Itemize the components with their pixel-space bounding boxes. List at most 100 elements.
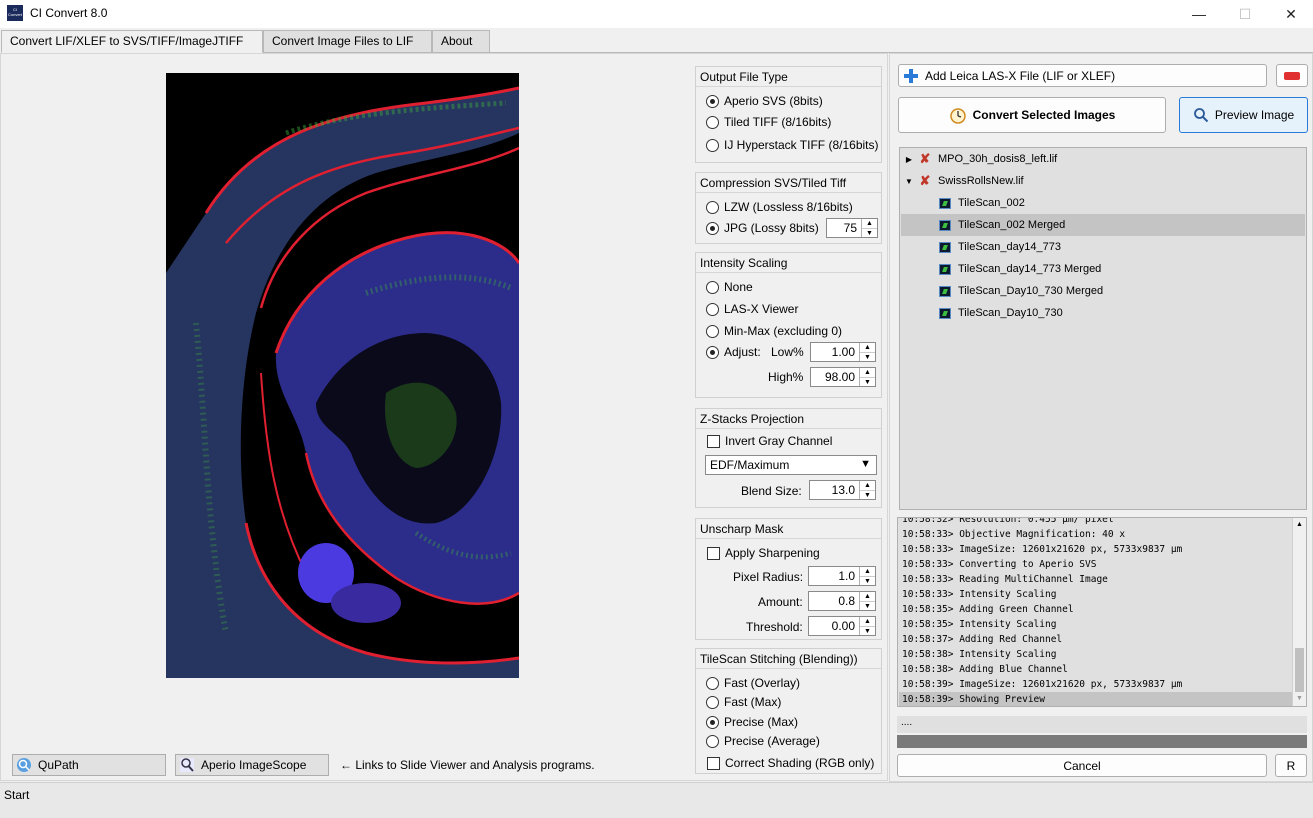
- stepper-value[interactable]: 98.00: [811, 368, 859, 386]
- projection-dropdown[interactable]: EDF/Maximum ▼: [705, 455, 877, 475]
- minimize-button[interactable]: —: [1176, 0, 1222, 28]
- tree-item-image[interactable]: TileScan_day14_773 Merged: [901, 258, 1305, 280]
- stepper-down-icon[interactable]: ▼: [860, 491, 875, 500]
- file-tree[interactable]: ▶ ✘ MPO_30h_dosis8_left.lif ▼ ✘ SwissRol…: [899, 147, 1307, 510]
- radio-aperio-svs[interactable]: Aperio SVS (8bits): [706, 94, 823, 108]
- radio-circle[interactable]: [706, 324, 719, 338]
- radio-label: Tiled TIFF (8/16bits): [724, 115, 832, 129]
- checkbox-box[interactable]: [707, 434, 720, 448]
- radio-circle[interactable]: [706, 695, 719, 709]
- close-button[interactable]: ✕: [1268, 0, 1313, 28]
- radio-lzw[interactable]: LZW (Lossless 8/16bits): [706, 200, 853, 214]
- stepper-value[interactable]: 1.0: [809, 567, 859, 585]
- radio-circle[interactable]: [706, 302, 719, 316]
- scroll-thumb[interactable]: [1295, 648, 1304, 692]
- radio-ij-hyperstack[interactable]: IJ Hyperstack TIFF (8/16bits): [706, 138, 878, 152]
- radio-precise-max[interactable]: Precise (Max): [706, 715, 798, 729]
- high-percent-stepper[interactable]: 98.00 ▲ ▼: [810, 367, 876, 387]
- radio-circle[interactable]: [706, 200, 719, 214]
- chevron-down-icon[interactable]: ▼: [860, 458, 871, 470]
- scroll-up-icon[interactable]: ▲: [1293, 518, 1306, 532]
- stitching-group: TileScan Stitching (Blending)) Fast (Ove…: [695, 648, 882, 774]
- jpg-quality-stepper[interactable]: 75 ▲ ▼: [826, 218, 878, 238]
- collapse-icon[interactable]: ▼: [901, 177, 917, 186]
- stepper-up-icon[interactable]: ▲: [860, 592, 875, 602]
- radio-circle[interactable]: [706, 94, 719, 108]
- radio-min-max[interactable]: Min-Max (excluding 0): [706, 324, 842, 338]
- low-percent-stepper[interactable]: 1.00 ▲ ▼: [810, 342, 876, 362]
- radio-precise-average[interactable]: Precise (Average): [706, 734, 820, 748]
- stepper-down-icon[interactable]: ▼: [860, 353, 875, 362]
- radio-circle[interactable]: [706, 676, 719, 690]
- pixel-radius-stepper[interactable]: 1.0 ▲ ▼: [808, 566, 876, 586]
- convert-button[interactable]: Convert Selected Images: [898, 97, 1166, 133]
- cancel-button[interactable]: Cancel: [897, 754, 1267, 777]
- remove-file-button[interactable]: [1276, 64, 1308, 87]
- qupath-button[interactable]: QuPath: [12, 754, 166, 776]
- stepper-down-icon[interactable]: ▼: [860, 627, 875, 636]
- maximize-button[interactable]: ☐: [1222, 0, 1268, 28]
- checkbox-box[interactable]: [707, 756, 720, 770]
- tab-convert-to-lif[interactable]: Convert Image Files to LIF: [263, 30, 432, 53]
- stepper-up-icon[interactable]: ▲: [860, 481, 875, 491]
- amount-stepper[interactable]: 0.8 ▲ ▼: [808, 591, 876, 611]
- stepper-up-icon[interactable]: ▲: [860, 617, 875, 627]
- radio-lasx-viewer[interactable]: LAS-X Viewer: [706, 302, 798, 316]
- stepper-up-icon[interactable]: ▲: [860, 567, 875, 577]
- tree-item-file[interactable]: ▶ ✘ MPO_30h_dosis8_left.lif: [901, 148, 1305, 170]
- checkbox-box[interactable]: [707, 546, 720, 560]
- tree-item-image[interactable]: TileScan_Day10_730 Merged: [901, 280, 1305, 302]
- radio-circle[interactable]: [706, 221, 719, 235]
- log-scrollbar[interactable]: ▲ ▼: [1292, 518, 1306, 706]
- stepper-up-icon[interactable]: ▲: [862, 219, 877, 229]
- radio-tiled-tiff[interactable]: Tiled TIFF (8/16bits): [706, 115, 831, 129]
- stepper-value[interactable]: 75: [827, 219, 861, 237]
- stepper-down-icon[interactable]: ▼: [860, 378, 875, 387]
- stepper-value[interactable]: 1.00: [811, 343, 859, 361]
- tree-item-image[interactable]: TileScan_002: [901, 192, 1305, 214]
- r-button[interactable]: R: [1275, 754, 1307, 777]
- stepper-value[interactable]: 13.0: [810, 481, 859, 499]
- tree-item-image[interactable]: TileScan_Day10_730: [901, 302, 1305, 324]
- tree-item-label: TileScan_day14_773: [958, 241, 1061, 253]
- scroll-down-icon[interactable]: ▼: [1293, 692, 1306, 706]
- imagescope-button[interactable]: Aperio ImageScope: [175, 754, 329, 776]
- stepper-value[interactable]: 0.8: [809, 592, 859, 610]
- radio-label: Fast (Max): [724, 695, 782, 709]
- stepper-down-icon[interactable]: ▼: [862, 229, 877, 238]
- stepper-down-icon[interactable]: ▼: [860, 577, 875, 586]
- radio-circle[interactable]: [706, 734, 719, 748]
- tab-about[interactable]: About: [432, 30, 490, 53]
- radio-circle[interactable]: [706, 115, 719, 129]
- stepper-up-icon[interactable]: ▲: [860, 368, 875, 378]
- convert-label: Convert Selected Images: [972, 108, 1116, 122]
- apply-sharpening-checkbox[interactable]: Apply Sharpening: [707, 546, 820, 560]
- radio-circle[interactable]: [706, 715, 719, 729]
- tab-convert-lif[interactable]: Convert LIF/XLEF to SVS/TIFF/ImageJTIFF: [1, 30, 263, 53]
- radio-jpg[interactable]: JPG (Lossy 8bits): [706, 221, 819, 235]
- log-area[interactable]: 10:58:32> Resolution: 0.455 µm/ pixel 10…: [897, 517, 1307, 707]
- radio-label: Aperio SVS (8bits): [724, 94, 823, 108]
- add-file-button[interactable]: Add Leica LAS-X File (LIF or XLEF): [898, 64, 1267, 87]
- tree-item-image[interactable]: TileScan_day14_773: [901, 236, 1305, 258]
- radio-circle[interactable]: [706, 280, 719, 294]
- tree-item-image[interactable]: TileScan_002 Merged: [901, 214, 1305, 236]
- invert-gray-checkbox[interactable]: Invert Gray Channel: [707, 434, 832, 448]
- image-icon: [939, 285, 951, 297]
- stepper-up-icon[interactable]: ▲: [860, 343, 875, 353]
- radio-circle[interactable]: [706, 345, 719, 359]
- radio-fast-max[interactable]: Fast (Max): [706, 695, 781, 709]
- stepper-value[interactable]: 0.00: [809, 617, 859, 635]
- blend-size-stepper[interactable]: 13.0 ▲ ▼: [809, 480, 876, 500]
- radio-none[interactable]: None: [706, 280, 753, 294]
- radio-fast-overlay[interactable]: Fast (Overlay): [706, 676, 800, 690]
- stepper-down-icon[interactable]: ▼: [860, 602, 875, 611]
- radio-circle[interactable]: [706, 138, 719, 152]
- radio-adjust[interactable]: Adjust:: [706, 345, 761, 359]
- tree-item-file[interactable]: ▼ ✘ SwissRollsNew.lif: [901, 170, 1305, 192]
- expand-icon[interactable]: ▶: [901, 155, 917, 164]
- progress-bar: [897, 735, 1307, 748]
- preview-button[interactable]: Preview Image: [1179, 97, 1308, 133]
- threshold-stepper[interactable]: 0.00 ▲ ▼: [808, 616, 876, 636]
- correct-shading-checkbox[interactable]: Correct Shading (RGB only): [707, 756, 874, 770]
